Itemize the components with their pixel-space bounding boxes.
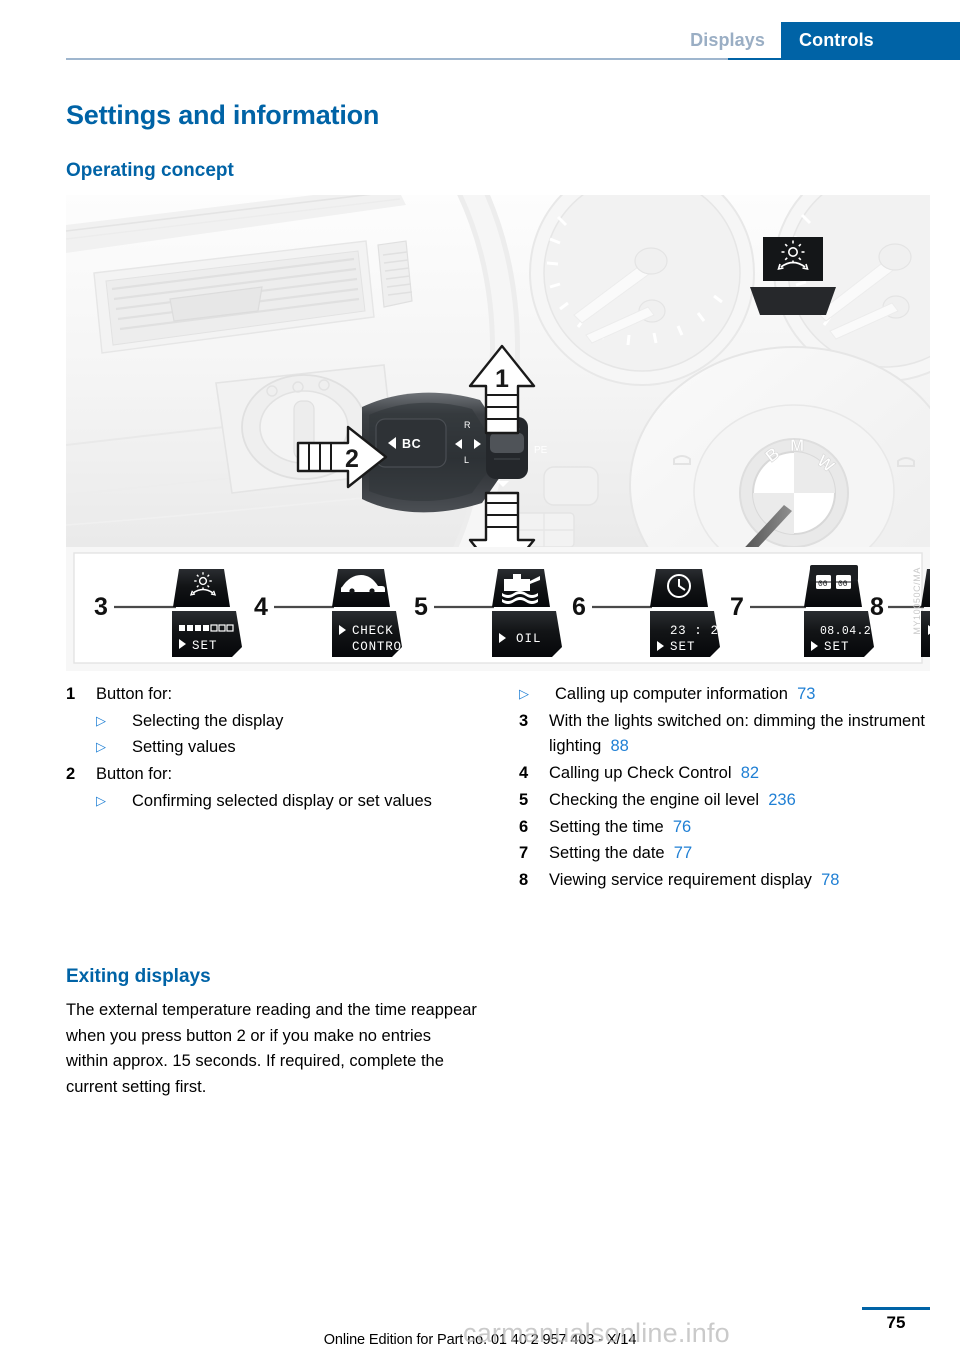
legend-item-2: 2 Button for: bbox=[66, 762, 477, 788]
svg-text:CHECK: CHECK bbox=[352, 624, 394, 638]
legend-item-1-text: Button for: bbox=[96, 685, 173, 703]
svg-text:CONTROL: CONTROL bbox=[352, 640, 410, 654]
svg-text:OIL: OIL bbox=[516, 632, 542, 646]
svg-text:00: 00 bbox=[818, 580, 828, 589]
header-tabs: Displays Controls bbox=[674, 22, 960, 58]
legend-item-2-number: 2 bbox=[66, 765, 76, 784]
svg-text:1: 1 bbox=[495, 365, 509, 393]
svg-text:R: R bbox=[464, 420, 471, 430]
legend-item-2-text: Button for: bbox=[96, 765, 173, 784]
svg-text:BC: BC bbox=[402, 437, 421, 451]
header-rule-accent bbox=[728, 58, 960, 60]
tab-controls-label: Controls bbox=[799, 30, 874, 50]
svg-text:4: 4 bbox=[254, 593, 268, 621]
legend-item-5-text: Checking the engine oil level 236 bbox=[549, 788, 930, 814]
section-heading-exiting-displays: Exiting displays bbox=[66, 966, 211, 987]
legend-item-8-text: Viewing service requirement display 78 bbox=[549, 868, 930, 894]
page-ref-82[interactable]: 82 bbox=[741, 764, 759, 782]
page-ref-76[interactable]: 76 bbox=[673, 818, 691, 836]
legend-item-8: 8 Viewing service requirement display 78 bbox=[519, 868, 930, 894]
legend-item-6-text: Setting the time 76 bbox=[549, 815, 930, 841]
legend-left-column: 1 Button for: ▷ Selecting the display ▷ … bbox=[66, 682, 477, 895]
legend-item-3-text: With the lights switched on: dimming the… bbox=[549, 709, 930, 760]
page-number: 75 bbox=[886, 1313, 906, 1332]
svg-text:SET: SET bbox=[824, 640, 850, 654]
legend-item-5-label: Checking the engine oil level bbox=[549, 790, 760, 809]
bullet-triangle-icon: ▷ bbox=[96, 739, 106, 755]
legend-item-2-sub-0: ▷ Confirming selected display or set val… bbox=[66, 789, 477, 815]
tab-displays-label: Displays bbox=[690, 30, 765, 50]
svg-text:SET: SET bbox=[192, 639, 218, 653]
tab-displays[interactable]: Displays bbox=[674, 22, 781, 58]
legend-item-8-label: Viewing service requirement display bbox=[549, 871, 812, 890]
legend-item-5: 5 Checking the engine oil level 236 bbox=[519, 788, 930, 814]
svg-text:PE: PE bbox=[534, 445, 548, 456]
legend-item-1-sub-1: ▷ Setting values bbox=[66, 735, 477, 761]
tab-controls[interactable]: Controls bbox=[781, 22, 960, 58]
svg-text:00: 00 bbox=[838, 580, 848, 589]
footer-edition-note: Online Edition for Part no. 01 40 2 957 … bbox=[323, 1332, 637, 1348]
svg-text:8: 8 bbox=[870, 593, 884, 621]
legend-item-4-number: 4 bbox=[519, 764, 529, 783]
bullet-triangle-icon: ▷ bbox=[96, 792, 106, 808]
page-header: Displays Controls bbox=[0, 0, 960, 66]
exiting-displays-body: The external temperature reading and the… bbox=[66, 1001, 477, 1097]
legend-item-6: 6 Setting the time 76 bbox=[519, 815, 930, 841]
svg-text:3: 3 bbox=[94, 593, 108, 621]
svg-text:7: 7 bbox=[730, 593, 744, 621]
bullet-triangle-icon: ▷ bbox=[519, 686, 529, 701]
section-heading-operating-concept: Operating concept bbox=[66, 160, 234, 181]
svg-text:23 : 20: 23 : 20 bbox=[670, 624, 727, 638]
legend-item-1-sub-1-text: Setting values bbox=[132, 738, 236, 757]
legend-item-1-sub-0-text: Selecting the display bbox=[132, 711, 284, 730]
legend-item-7-number: 7 bbox=[519, 844, 529, 863]
page-ref-236[interactable]: 236 bbox=[768, 791, 796, 809]
legend-columns: 1 Button for: ▷ Selecting the display ▷ … bbox=[66, 682, 930, 895]
legend-item-6-number: 6 bbox=[519, 817, 529, 836]
legend-item-1-number: 1 bbox=[66, 685, 76, 703]
bullet-triangle-icon: ▷ bbox=[96, 712, 106, 728]
page-ref-77[interactable]: 77 bbox=[674, 844, 692, 862]
legend-item-8-number: 8 bbox=[519, 871, 529, 890]
figure-operating-concept: B M W BC R L PE 1 2 3 SET 4 CHECK CONTRO… bbox=[66, 195, 930, 671]
legend-item-6-label: Setting the time bbox=[549, 817, 664, 836]
page-title: Settings and information bbox=[66, 100, 380, 130]
legend-item-5-number: 5 bbox=[519, 790, 529, 809]
legend-item-3: 3 With the lights switched on: dimming t… bbox=[519, 709, 930, 760]
page-ref-88[interactable]: 88 bbox=[610, 737, 628, 755]
figure-illustration: B M W BC R L PE 1 2 3 SET 4 CHECK CONTRO… bbox=[66, 195, 930, 664]
legend-item-1-sub-0: ▷ Selecting the display bbox=[66, 709, 477, 735]
svg-text:5: 5 bbox=[414, 593, 428, 621]
legend-item-1: 1 Button for: bbox=[66, 682, 477, 708]
legend-item-4-label: Calling up Check Control bbox=[549, 764, 732, 783]
legend-item-2-sub-0-text: Confirming selected display or set value… bbox=[132, 791, 432, 810]
svg-text:2: 2 bbox=[345, 445, 359, 473]
svg-text:SET: SET bbox=[670, 640, 696, 654]
legend-item-computer-info-label: Calling up computer information bbox=[555, 685, 788, 703]
figure-code: MY10050C/MA bbox=[912, 567, 922, 635]
legend-item-computer-info: ▷ Calling up computer information 73 bbox=[519, 682, 930, 708]
legend-item-4: 4 Calling up Check Control 82 bbox=[519, 761, 930, 787]
page-ref-78[interactable]: 78 bbox=[821, 871, 839, 889]
svg-text:08.04.2004: 08.04.2004 bbox=[820, 625, 893, 638]
legend-right-column: ▷ Calling up computer information 73 3 W… bbox=[519, 682, 930, 895]
svg-text:M: M bbox=[790, 436, 804, 455]
legend-item-3-number: 3 bbox=[519, 711, 529, 730]
legend-item-7: 7 Setting the date 77 bbox=[519, 841, 930, 867]
legend-item-7-text: Setting the date 77 bbox=[549, 841, 930, 867]
svg-text:L: L bbox=[464, 455, 469, 465]
legend-item-7-label: Setting the date bbox=[549, 844, 665, 863]
page-ref-73[interactable]: 73 bbox=[797, 685, 815, 703]
legend-item-computer-info-text: Calling up computer information 73 bbox=[555, 682, 930, 708]
footer-rule bbox=[862, 1307, 930, 1310]
legend-item-4-text: Calling up Check Control 82 bbox=[549, 761, 930, 787]
svg-text:6: 6 bbox=[572, 593, 586, 621]
